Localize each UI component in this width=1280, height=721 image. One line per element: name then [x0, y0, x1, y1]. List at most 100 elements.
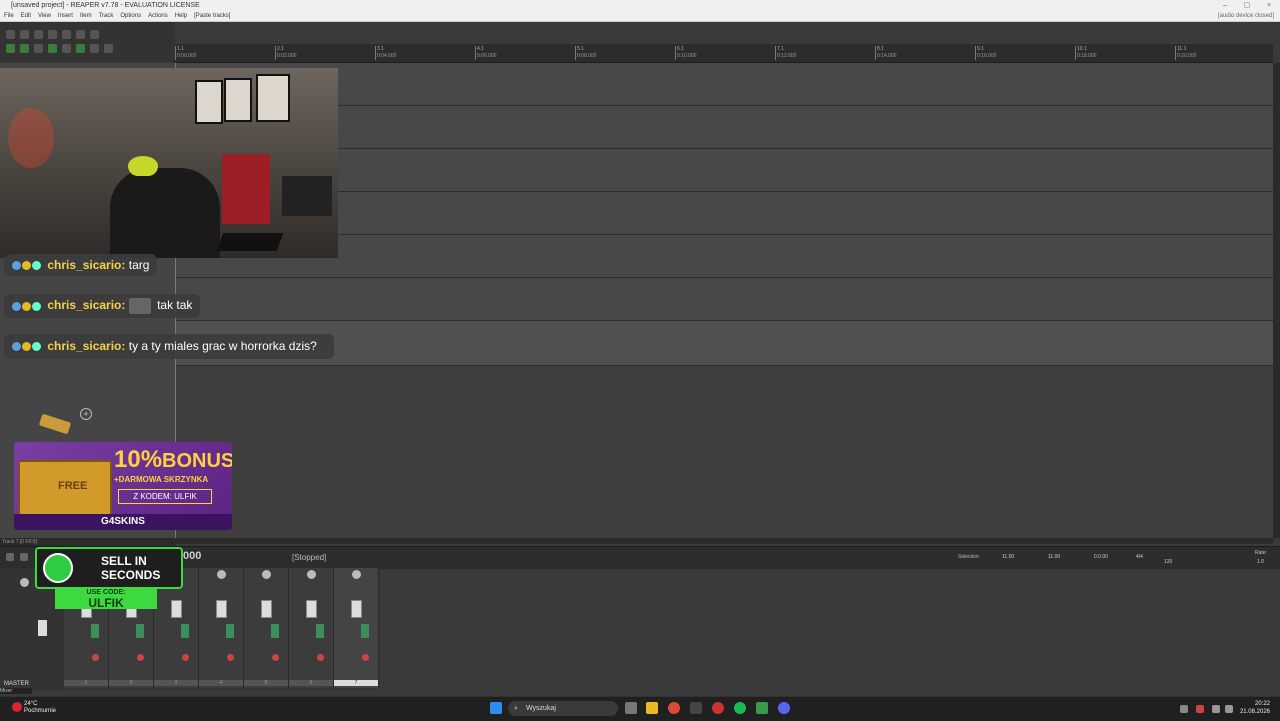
mixer-strip[interactable]: 6: [289, 568, 334, 688]
record-arm-button[interactable]: [272, 654, 279, 661]
envelope-icon[interactable]: [62, 44, 71, 53]
maximize-button[interactable]: ▢: [1236, 0, 1258, 11]
timeline-ruler[interactable]: 1.1 0:00.000 2.1 0:02.000 3.1 0:04.000 4…: [175, 44, 1273, 63]
track-lane[interactable]: [175, 63, 1273, 106]
selection-end[interactable]: 11.00: [1048, 554, 1060, 560]
strip-number: 2: [109, 680, 153, 686]
record-arm-button[interactable]: [317, 654, 324, 661]
go-to-start-icon[interactable]: [6, 553, 14, 561]
open-project-icon[interactable]: [20, 30, 29, 39]
strip-number: 3: [154, 680, 198, 686]
taskbar-search[interactable]: ⌕ Wyszukaj: [508, 701, 618, 716]
ripple-edit-icon[interactable]: [34, 44, 43, 53]
g4skins-promo-banner: FREE 10% BONUS +DARMOWA SKRZYNKA Z KODEM…: [14, 442, 232, 530]
pan-knob[interactable]: [307, 570, 316, 579]
track-lane[interactable]: [175, 192, 1273, 235]
app-icon[interactable]: [690, 702, 702, 714]
browser-icon[interactable]: [756, 702, 768, 714]
pan-knob[interactable]: [217, 570, 226, 579]
network-icon[interactable]: [1212, 705, 1220, 713]
fx-button[interactable]: [181, 624, 189, 638]
spotify-icon[interactable]: [734, 702, 746, 714]
fx-button[interactable]: [226, 624, 234, 638]
volume-fader[interactable]: [261, 600, 272, 618]
vertical-scrollbar[interactable]: [1273, 63, 1280, 538]
add-icon[interactable]: +: [80, 408, 92, 420]
selection-length[interactable]: 0.0.00: [1094, 554, 1108, 560]
mixer-strip[interactable]: 4: [199, 568, 244, 688]
volume-fader[interactable]: [306, 600, 317, 618]
close-button[interactable]: ×: [1258, 0, 1280, 11]
menu-item[interactable]: Item: [80, 11, 92, 21]
record-arm-button[interactable]: [137, 654, 144, 661]
ruler-bar-label: 3.1: [377, 46, 384, 52]
ruler-bar-label: 11.1: [1177, 46, 1187, 52]
strip-number: 7: [334, 680, 378, 686]
selection-start[interactable]: 11.00: [1002, 554, 1014, 560]
mixer-strip-selected[interactable]: 7: [334, 568, 379, 688]
tray-chevron-icon[interactable]: [1180, 705, 1188, 713]
tools-icon[interactable]: [104, 44, 113, 53]
pan-knob[interactable]: [352, 570, 361, 579]
reaper-icon[interactable]: [712, 702, 724, 714]
horizontal-scrollbar[interactable]: [175, 538, 1273, 544]
menu-paste-tracks[interactable]: [Paste tracks]: [194, 11, 230, 21]
rate-value[interactable]: 1.0: [1257, 559, 1264, 565]
tempo-value[interactable]: 120: [1164, 559, 1172, 565]
discord-icon[interactable]: [778, 702, 790, 714]
record-arm-button[interactable]: [362, 654, 369, 661]
mixer-strip[interactable]: 5: [244, 568, 289, 688]
track-lane[interactable]: [175, 149, 1273, 192]
minimize-button[interactable]: –: [1214, 0, 1236, 11]
menu-file[interactable]: File: [4, 11, 14, 21]
loop-icon[interactable]: [76, 44, 85, 53]
menu-track[interactable]: Track: [99, 11, 114, 21]
redo-icon[interactable]: [76, 30, 85, 39]
volume-fader[interactable]: [351, 600, 362, 618]
new-project-icon[interactable]: [6, 30, 15, 39]
sell-line-2: SECONDS: [101, 568, 161, 582]
fx-button[interactable]: [271, 624, 279, 638]
microphone-icon[interactable]: [1196, 705, 1204, 713]
metronome-icon[interactable]: [90, 30, 99, 39]
menu-actions[interactable]: Actions: [148, 11, 168, 21]
undo-icon[interactable]: [62, 30, 71, 39]
grid-icon[interactable]: [6, 44, 15, 53]
record-arm-button[interactable]: [227, 654, 234, 661]
track-lane[interactable]: [175, 106, 1273, 149]
fx-button[interactable]: [136, 624, 144, 638]
wall-poster: [224, 78, 252, 122]
file-explorer-icon[interactable]: [646, 702, 658, 714]
user-badges: [12, 298, 42, 312]
transport-bar: 000 [Stopped] Selection: 11.00 11.00 0.0…: [0, 546, 1280, 569]
record-arm-button[interactable]: [92, 654, 99, 661]
master-fader[interactable]: [38, 620, 47, 636]
save-project-icon[interactable]: [34, 30, 43, 39]
menu-insert[interactable]: Insert: [58, 11, 73, 21]
volume-fader[interactable]: [216, 600, 227, 618]
fx-button[interactable]: [316, 624, 324, 638]
play-icon[interactable]: [20, 553, 28, 561]
fx-button[interactable]: [91, 624, 99, 638]
master-pan-knob[interactable]: [20, 578, 29, 587]
menu-view[interactable]: View: [38, 11, 51, 21]
record-arm-button[interactable]: [182, 654, 189, 661]
auto-crossfade-icon[interactable]: [48, 44, 57, 53]
chat-message: chris_sicario: ty a ty miales grac w hor…: [4, 334, 334, 359]
task-view-icon[interactable]: [625, 702, 637, 714]
time-signature[interactable]: 4/4: [1136, 554, 1143, 560]
menu-options[interactable]: Options: [120, 11, 141, 21]
menu-help[interactable]: Help: [175, 11, 187, 21]
menu-edit[interactable]: Edit: [21, 11, 31, 21]
pan-knob[interactable]: [262, 570, 271, 579]
snap-icon[interactable]: [20, 44, 29, 53]
mixer-tab[interactable]: Mixer: [0, 688, 32, 694]
project-settings-icon[interactable]: [48, 30, 57, 39]
lock-icon[interactable]: [90, 44, 99, 53]
fx-button[interactable]: [361, 624, 369, 638]
chrome-icon[interactable]: [668, 702, 680, 714]
start-icon[interactable]: [490, 702, 502, 714]
search-icon: ⌕: [514, 705, 518, 712]
volume-icon[interactable]: [1225, 705, 1233, 713]
system-clock[interactable]: 20:22 21.08.2026: [1240, 700, 1270, 716]
